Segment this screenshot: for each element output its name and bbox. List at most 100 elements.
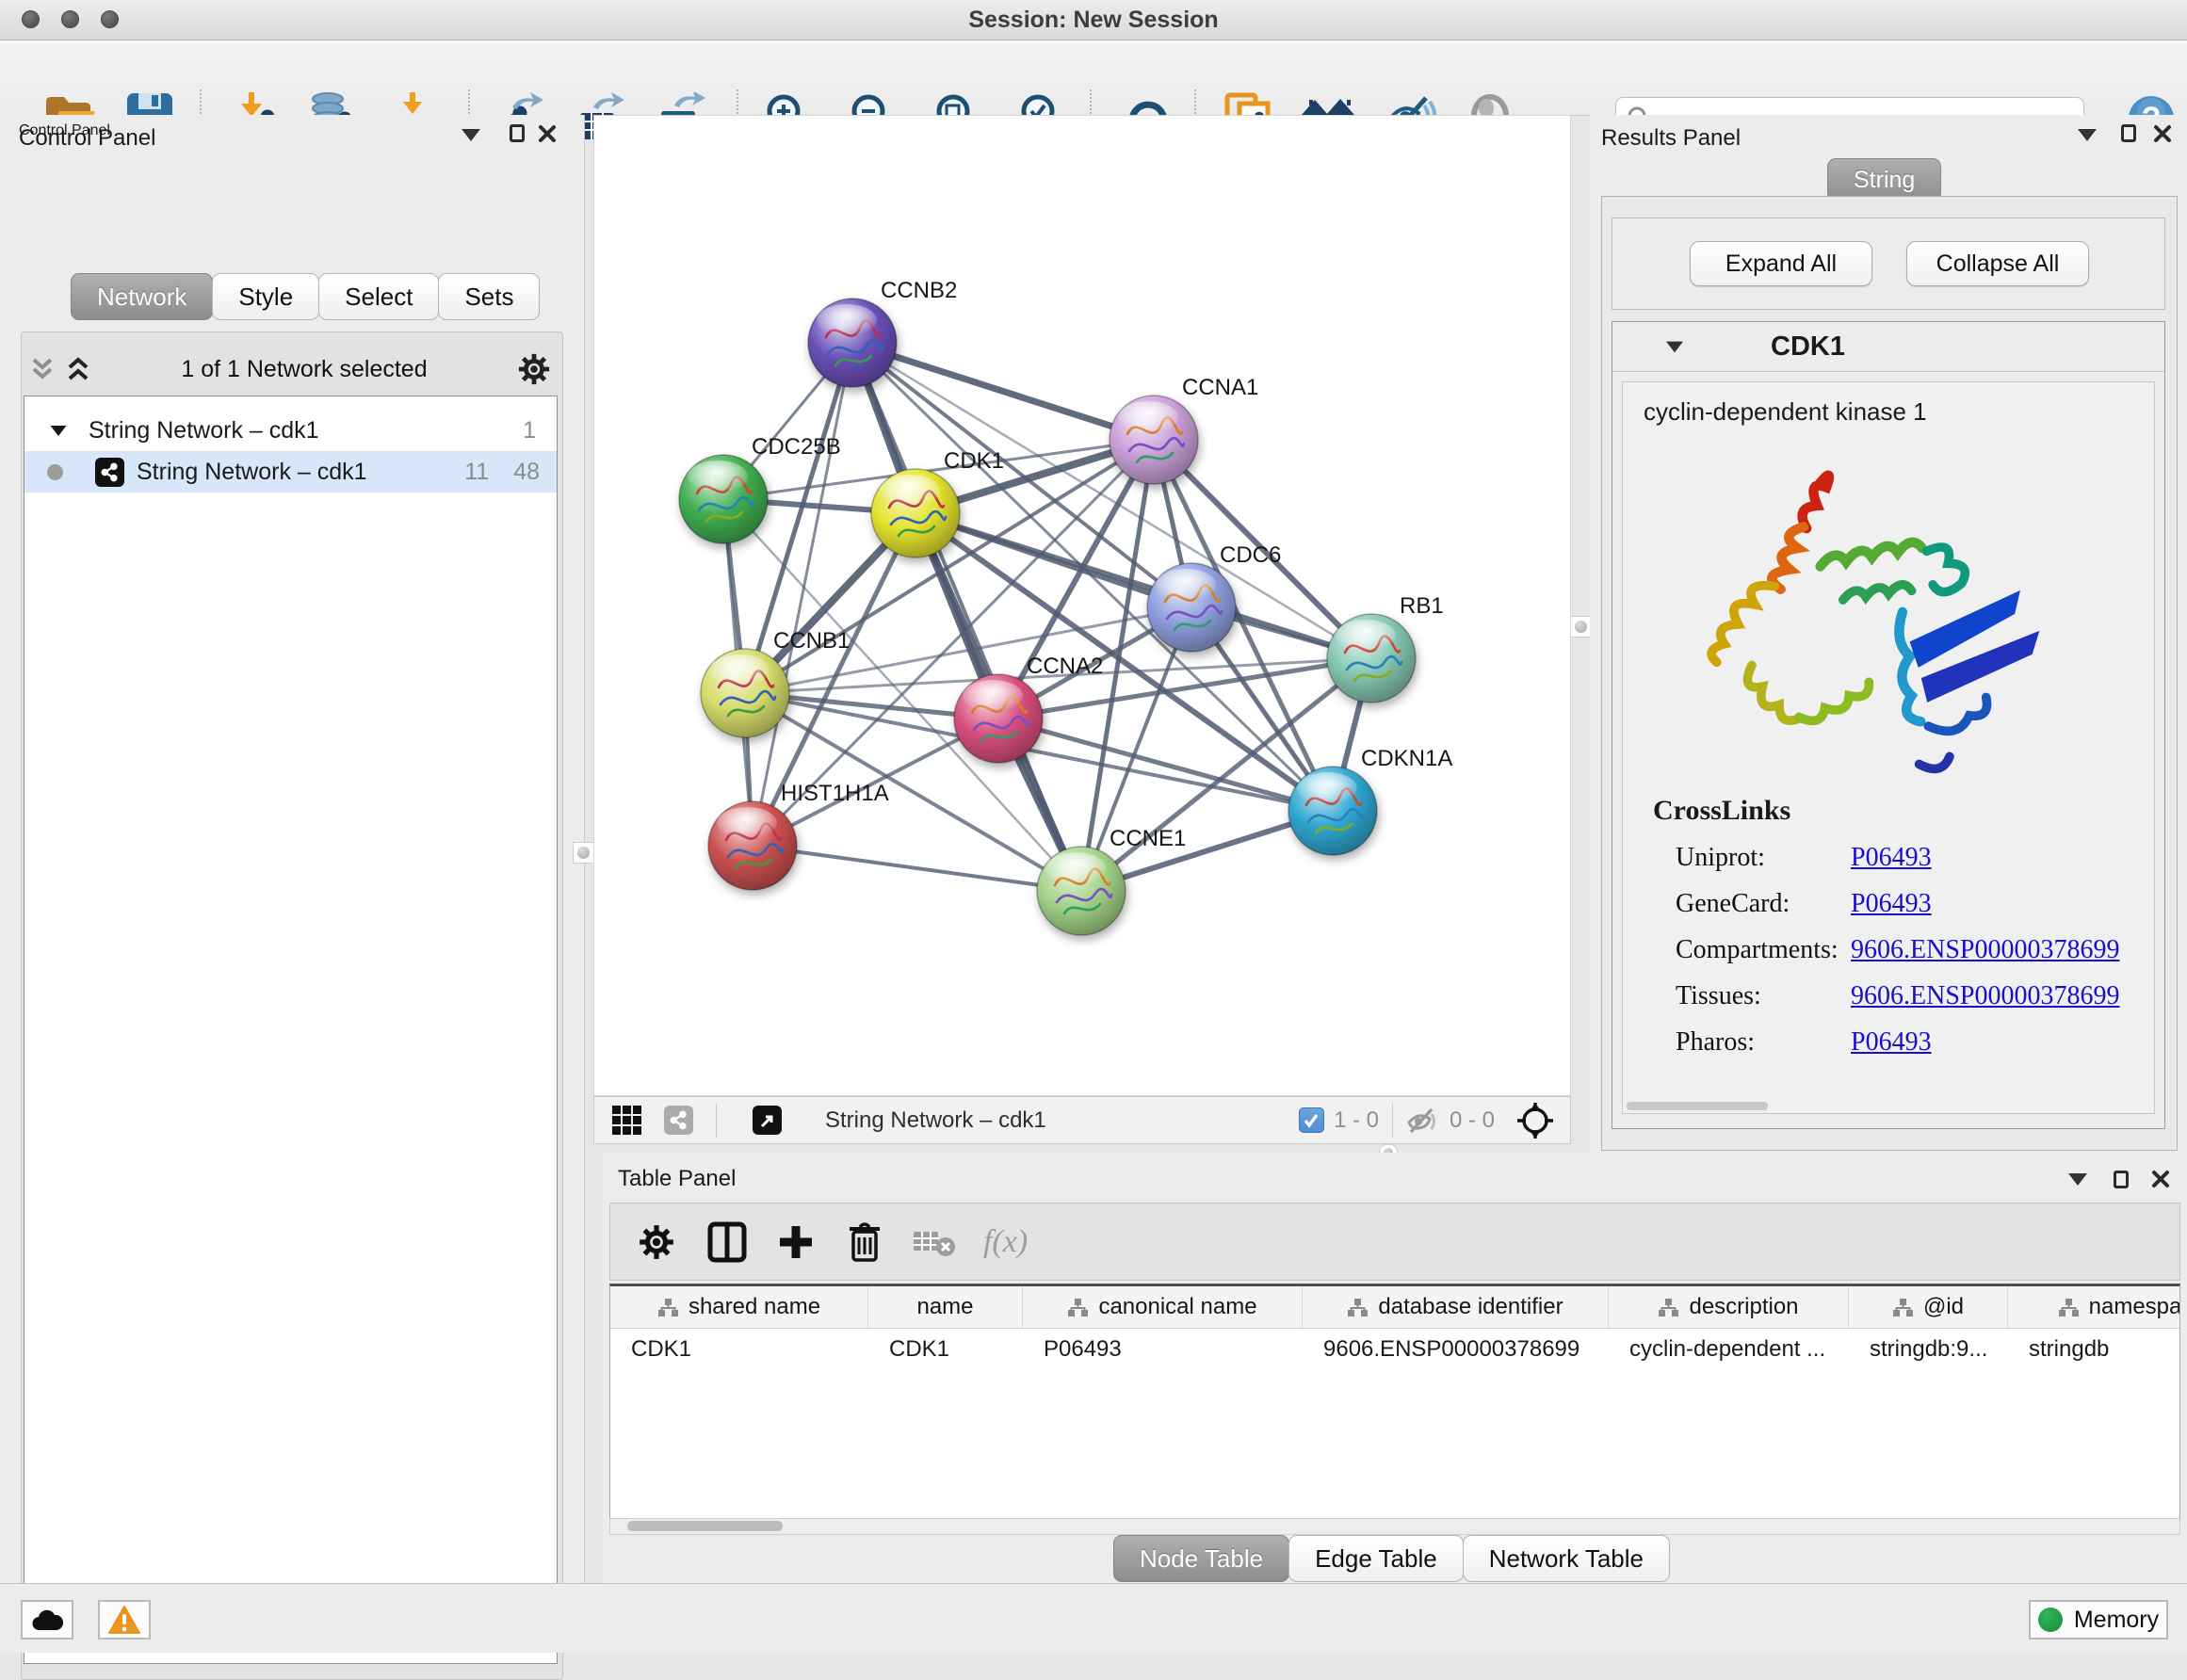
table-cell[interactable]: 9606.ENSP00000378699 xyxy=(1303,1336,1609,1363)
detach-view-icon[interactable] xyxy=(753,1106,782,1135)
column-header-label: @id xyxy=(1923,1294,1964,1320)
collapse-all-button[interactable]: Collapse All xyxy=(1906,241,2089,286)
maximize-panel-icon[interactable] xyxy=(2121,124,2136,142)
column-type-icon xyxy=(1658,1298,1679,1317)
tab-select[interactable]: Select xyxy=(318,273,439,320)
close-panel-icon[interactable] xyxy=(538,124,557,143)
network-options-gear-icon[interactable] xyxy=(516,351,552,387)
memory-button[interactable]: Memory xyxy=(2029,1600,2168,1640)
string-results-container: Expand All Collapse All CDK1 cyclin-depe… xyxy=(1601,196,2178,1151)
show-columns-icon[interactable] xyxy=(706,1220,748,1264)
cloud-status-button[interactable] xyxy=(21,1600,73,1640)
node-label-CDC25B: CDC25B xyxy=(752,434,841,460)
network-tree: String Network – cdk1 1 String Network –… xyxy=(24,396,558,1664)
left-splitter-handle[interactable] xyxy=(573,842,594,864)
crosslink-value[interactable]: 9606.ENSP00000378699 xyxy=(1851,935,2119,965)
results-panel: Results Panel String Expand All Collapse… xyxy=(1590,115,2187,1160)
network-node-CDC25B[interactable] xyxy=(679,455,768,543)
network-node-CCNA2[interactable] xyxy=(954,674,1043,763)
close-panel-icon[interactable] xyxy=(2151,1170,2170,1188)
float-panel-icon[interactable] xyxy=(462,129,480,141)
current-network-dot-icon xyxy=(47,464,63,480)
crosslink-row: Uniprot:P06493 xyxy=(1623,843,2154,873)
network-canvas[interactable]: CCNB2CCNA1CDC25BCDK1CDC6RB1CCNB1CCNA2CDK… xyxy=(593,115,1571,1096)
gene-symbol: CDK1 xyxy=(1771,331,1845,363)
gene-section-header[interactable]: CDK1 xyxy=(1612,322,2164,372)
tab-sets[interactable]: Sets xyxy=(438,273,540,320)
node-table[interactable]: shared name name canonical namedatabase id… xyxy=(609,1284,2180,1518)
table-cell[interactable]: P06493 xyxy=(1023,1336,1303,1363)
tab-style[interactable]: Style xyxy=(212,273,319,320)
tab-node-table[interactable]: Node Table xyxy=(1113,1535,1289,1582)
table-panel: Table Panel xyxy=(603,1153,2187,1583)
column-header-description[interactable]: description xyxy=(1609,1286,1849,1328)
column-header-canonical-name[interactable]: canonical name xyxy=(1023,1286,1303,1328)
collection-expand-icon[interactable] xyxy=(51,425,67,435)
column-header-database-identifier[interactable]: database identifier xyxy=(1303,1286,1609,1328)
network-node-CDKN1A[interactable] xyxy=(1288,767,1377,855)
maximize-panel-icon[interactable] xyxy=(510,124,525,142)
column-header-shared-name[interactable]: shared name xyxy=(610,1286,868,1328)
network-edge-CCNB2-CDKN1A[interactable] xyxy=(852,343,1333,811)
warnings-button[interactable] xyxy=(98,1600,151,1640)
table-cell[interactable]: CDK1 xyxy=(868,1336,1023,1363)
crosslink-value[interactable]: P06493 xyxy=(1851,889,1932,919)
expand-all-button[interactable]: Expand All xyxy=(1690,241,1872,286)
horizontal-scrollbar[interactable] xyxy=(1627,1102,1768,1110)
table-options-gear-icon[interactable] xyxy=(637,1222,676,1262)
network-node-CDC6[interactable] xyxy=(1147,563,1236,652)
tab-edge-table[interactable]: Edge Table xyxy=(1288,1535,1464,1582)
float-panel-icon[interactable] xyxy=(2068,1173,2087,1186)
network-edge-CCNB2-CCNA1[interactable] xyxy=(852,343,1154,440)
float-panel-icon[interactable] xyxy=(2078,129,2097,141)
close-panel-icon[interactable] xyxy=(2153,124,2172,143)
column-header-@id[interactable]: @id xyxy=(1849,1286,2008,1328)
selected-nodes-checkbox-icon[interactable] xyxy=(1299,1107,1324,1133)
table-cell[interactable]: stringdb:9... xyxy=(1849,1336,2008,1363)
grid-view-icon[interactable] xyxy=(611,1105,643,1137)
column-header-namespac[interactable]: namespac xyxy=(2008,1286,2180,1328)
node-label-CCNA1: CCNA1 xyxy=(1182,375,1258,400)
column-header-label: name xyxy=(916,1294,973,1320)
table-horizontal-scrollbar[interactable] xyxy=(609,1518,2180,1535)
expand-all-networks-icon[interactable] xyxy=(64,352,92,386)
tab-network-table[interactable]: Network Table xyxy=(1463,1535,1670,1582)
network-node-CCNB2[interactable] xyxy=(808,299,897,387)
table-cell[interactable]: stringdb xyxy=(2008,1336,2180,1363)
network-node-CCNB1[interactable] xyxy=(701,649,789,737)
network-collection-row[interactable]: String Network – cdk1 1 xyxy=(24,410,557,451)
network-node-RB1[interactable] xyxy=(1327,614,1416,703)
tab-network[interactable]: Network xyxy=(71,273,213,320)
column-header-name[interactable]: name xyxy=(868,1286,1023,1328)
crosslink-row: Tissues:9606.ENSP00000378699 xyxy=(1623,981,2154,1011)
crosslink-value[interactable]: 9606.ENSP00000378699 xyxy=(1851,981,2119,1011)
crosslink-label: GeneCard: xyxy=(1676,889,1851,919)
column-header-label: description xyxy=(1689,1294,1798,1320)
crosslink-value[interactable]: P06493 xyxy=(1851,843,1932,873)
crosslink-label: Uniprot: xyxy=(1676,843,1851,873)
collapse-all-networks-icon[interactable] xyxy=(28,352,57,386)
control-panel-tabs: NetworkStyleSelectSets xyxy=(71,273,539,320)
crosslink-label: Compartments: xyxy=(1676,935,1851,965)
table-cell[interactable]: CDK1 xyxy=(610,1336,868,1363)
crosslink-value[interactable]: P06493 xyxy=(1851,1027,1932,1058)
right-splitter-handle[interactable] xyxy=(1570,616,1592,638)
gene-collapse-icon[interactable] xyxy=(1666,341,1683,352)
delete-column-icon[interactable] xyxy=(846,1220,883,1264)
network-node-HIST1H1A[interactable] xyxy=(708,801,797,890)
birdseye-crosshair-icon[interactable] xyxy=(1515,1101,1555,1140)
network-edge-HIST1H1A-CCNE1[interactable] xyxy=(753,846,1081,891)
main-toolbar: ? xyxy=(0,40,2187,116)
table-row[interactable]: CDK1CDK1P064939606.ENSP00000378699cyclin… xyxy=(610,1329,2179,1370)
maximize-panel-icon[interactable] xyxy=(2114,1171,2129,1188)
network-node-CCNE1[interactable] xyxy=(1037,847,1126,935)
network-selection-row: 1 of 1 Network selected xyxy=(28,346,552,393)
scrollbar-thumb[interactable] xyxy=(627,1521,783,1531)
table-cell[interactable]: cyclin-dependent ... xyxy=(1609,1336,1849,1363)
network-node-CCNA1[interactable] xyxy=(1110,396,1198,484)
network-overview-icon[interactable] xyxy=(664,1106,693,1135)
collection-label: String Network – cdk1 xyxy=(89,417,523,444)
network-row[interactable]: String Network – cdk1 11 48 xyxy=(24,451,557,493)
network-node-CDK1[interactable] xyxy=(871,469,960,557)
create-column-icon[interactable] xyxy=(776,1222,816,1262)
